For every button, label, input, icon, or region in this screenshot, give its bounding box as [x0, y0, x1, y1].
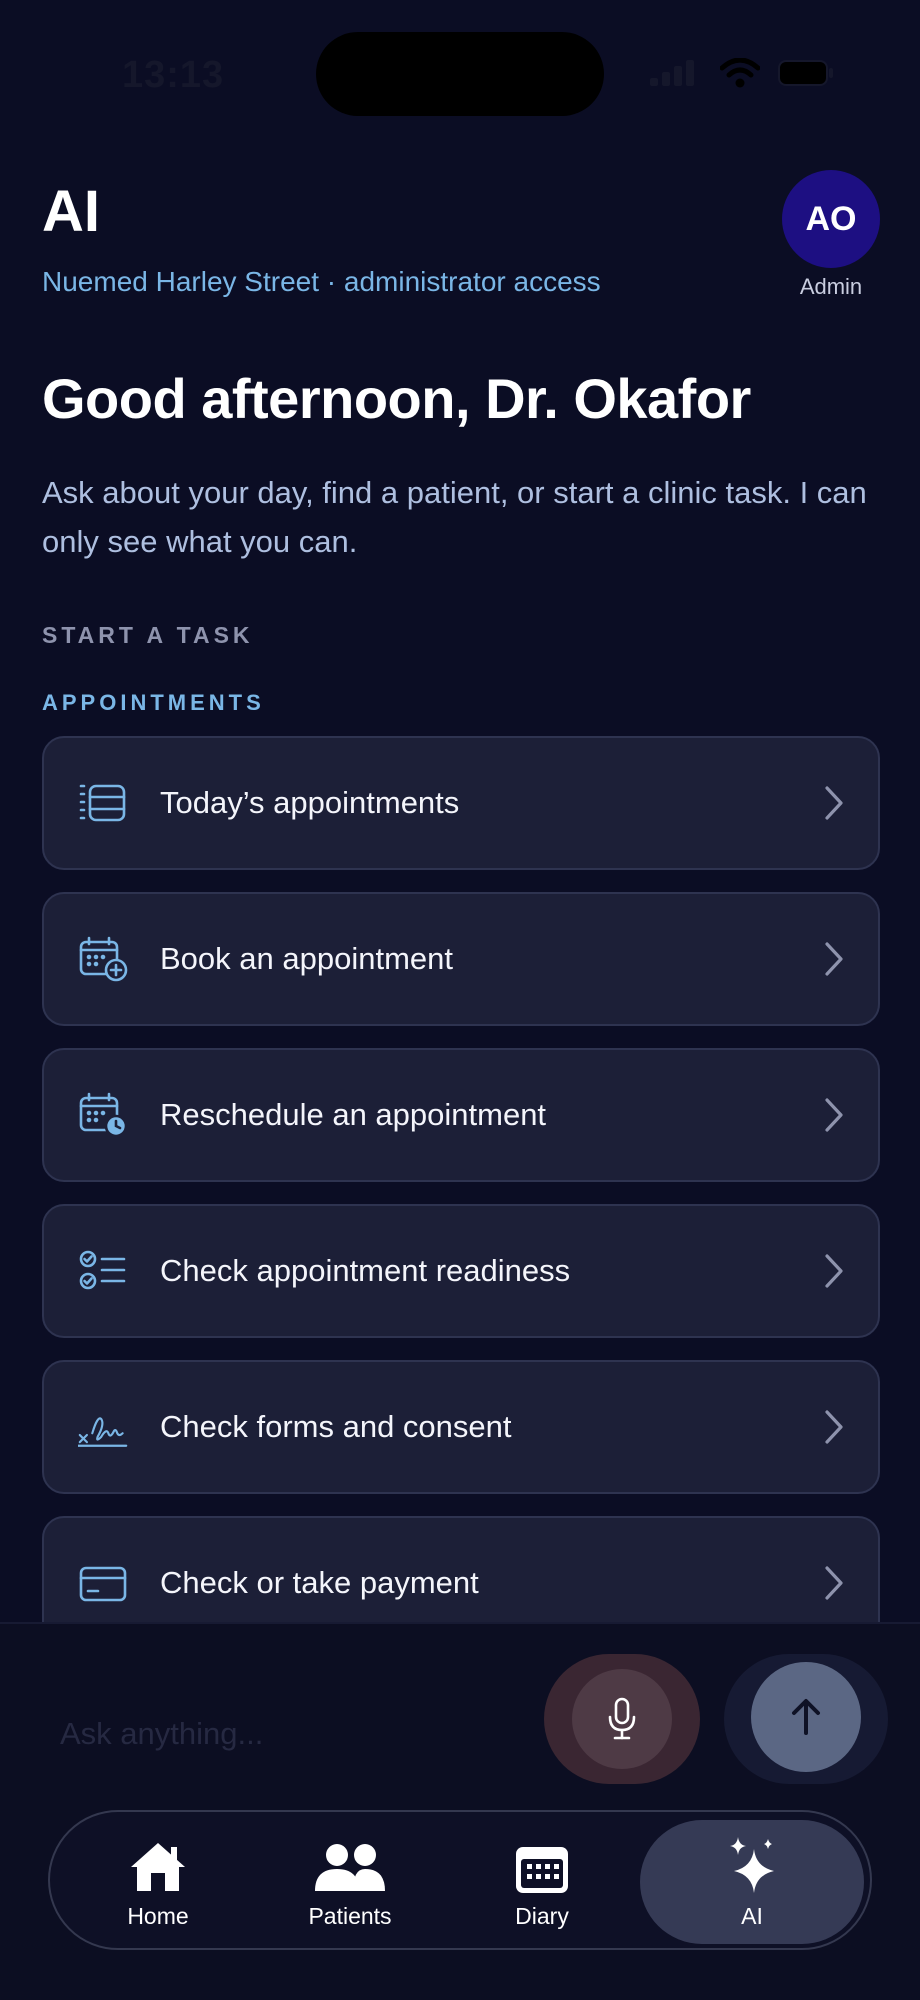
people-icon	[315, 1844, 385, 1891]
tab-bar: Home Patients Diary AI	[48, 1810, 872, 1950]
chevron-right-icon	[825, 1098, 843, 1132]
send-button-inner	[751, 1662, 861, 1772]
task-check-readiness[interactable]: Check appointment readiness	[42, 1204, 880, 1338]
checklist-icon	[79, 1250, 126, 1290]
chevron-right-icon	[825, 1254, 843, 1288]
credit-card-icon	[79, 1566, 127, 1602]
group-label: APPOINTMENTS	[42, 690, 265, 715]
tab-ai[interactable]: AI	[640, 1820, 864, 1944]
calendar-clock-icon	[79, 1092, 128, 1138]
greeting-heading: Good afternoon, Dr. Okafor	[42, 367, 751, 430]
ask-input[interactable]	[60, 1704, 530, 1764]
avatar[interactable]: AO	[782, 170, 880, 268]
task-label: Check forms and consent	[160, 1409, 512, 1444]
task-reschedule-appointment[interactable]: Reschedule an appointment	[42, 1048, 880, 1182]
task-book-appointment[interactable]: Book an appointment	[42, 892, 880, 1026]
house-icon	[131, 1843, 185, 1891]
ai-screen: 13:13 AI Nuemed Harley Street · administ…	[0, 0, 920, 2000]
send-button[interactable]	[724, 1654, 888, 1784]
calendar-add-icon	[79, 936, 128, 982]
task-label: Book an appointment	[160, 941, 453, 976]
chevron-right-icon	[825, 786, 843, 820]
task-check-payment[interactable]: Check or take payment	[42, 1516, 880, 1622]
task-todays-appointments[interactable]: Today’s appointments	[42, 736, 880, 870]
tab-home[interactable]: Home	[70, 1820, 246, 1944]
tab-label: Patients	[308, 1903, 392, 1929]
clinic-subtitle: Nuemed Harley Street · administrator acc…	[42, 266, 601, 297]
agenda-list-icon	[79, 784, 126, 822]
task-label: Reschedule an appointment	[160, 1097, 547, 1132]
sparkles-icon	[730, 1837, 774, 1893]
tab-patients[interactable]: Patients	[262, 1820, 438, 1944]
tab-label: Home	[127, 1903, 189, 1929]
avatar-role-label: Admin	[799, 274, 863, 299]
signature-icon	[78, 1417, 128, 1447]
battery-icon	[778, 60, 833, 86]
dynamic-island	[316, 32, 604, 116]
mic-button[interactable]	[544, 1654, 700, 1784]
signal-icon	[650, 60, 694, 86]
tab-label: Diary	[515, 1903, 569, 1929]
section-label: START A TASK	[42, 622, 254, 648]
chevron-right-icon	[825, 1566, 843, 1600]
tab-diary[interactable]: Diary	[454, 1820, 630, 1944]
calendar-icon	[516, 1847, 568, 1893]
mic-button-inner	[572, 1669, 672, 1769]
wifi-icon	[720, 58, 760, 88]
status-time: 13:13	[122, 54, 225, 96]
task-label: Check appointment readiness	[160, 1253, 571, 1288]
microphone-icon	[608, 1697, 636, 1740]
intro-text: Ask about your day, find a patient, or s…	[42, 475, 867, 559]
chevron-right-icon	[825, 1410, 843, 1444]
task-list[interactable]: Today’s appointments Book an appointment	[42, 736, 880, 1622]
arrow-up-icon	[792, 1699, 820, 1735]
task-check-forms-consent[interactable]: Check forms and consent	[42, 1360, 880, 1494]
task-label: Today’s appointments	[160, 785, 460, 820]
task-label: Check or take payment	[160, 1565, 479, 1600]
page-title: AI	[42, 179, 100, 244]
chevron-right-icon	[825, 942, 843, 976]
tab-label: AI	[741, 1903, 763, 1929]
